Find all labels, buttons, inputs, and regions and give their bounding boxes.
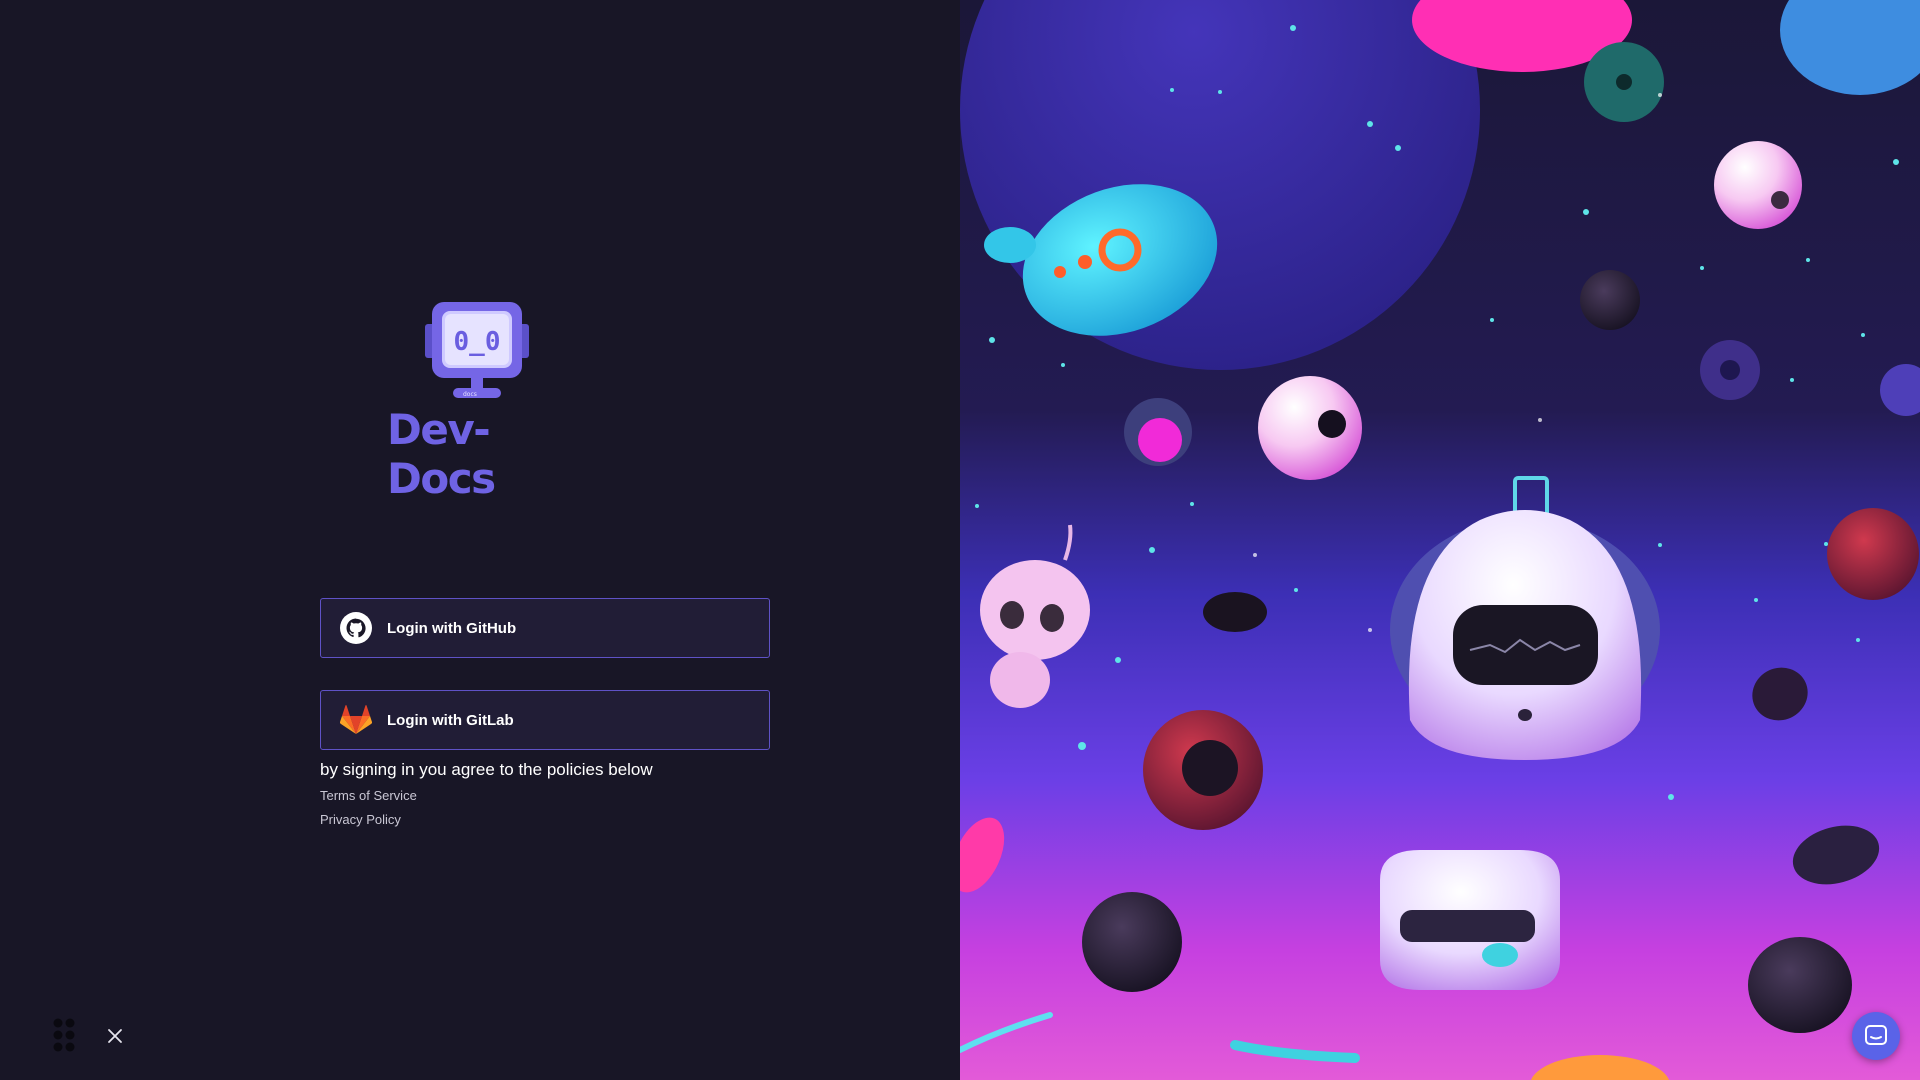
space-robots-illustration	[960, 0, 1920, 1080]
mascot-label: docs	[463, 391, 477, 398]
dev-docs-logo: 0_0 docs Dev-Docs	[387, 300, 577, 503]
login-panel: 0_0 docs Dev-Docs Login with GitHub Logi…	[0, 0, 960, 1080]
login-github-label: Login with GitHub	[387, 619, 517, 637]
github-icon	[340, 612, 372, 644]
policy-agreement-text: by signing in you agree to the policies …	[320, 760, 653, 779]
grid-dots-icon[interactable]	[53, 1018, 75, 1052]
chat-launcher-button[interactable]	[1852, 1012, 1900, 1060]
robot-mascot-icon: 0_0 docs	[425, 302, 529, 398]
chat-bubble-icon	[1865, 1025, 1887, 1045]
login-gitlab-button[interactable]: Login with GitLab	[320, 690, 770, 750]
close-icon[interactable]	[106, 1027, 124, 1045]
login-gitlab-label: Login with GitLab	[387, 711, 514, 729]
brand-name: Dev-Docs	[387, 405, 496, 503]
login-page: 0_0 docs Dev-Docs Login with GitHub Logi…	[0, 0, 1920, 1080]
gitlab-icon	[340, 704, 372, 736]
mascot-face: 0_0	[454, 327, 501, 357]
privacy-policy-link[interactable]: Privacy Policy	[320, 812, 401, 827]
terms-of-service-link[interactable]: Terms of Service	[320, 788, 417, 803]
login-github-button[interactable]: Login with GitHub	[320, 598, 770, 658]
